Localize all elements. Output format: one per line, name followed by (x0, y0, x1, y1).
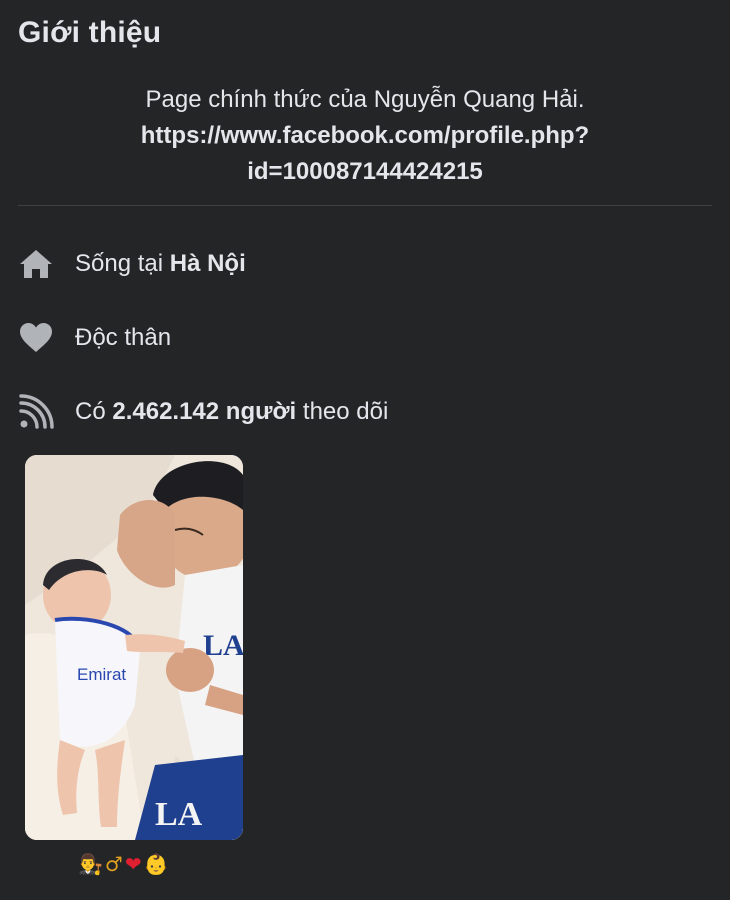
featured-photo[interactable]: LA LA Emirat (25, 455, 243, 840)
bio-link-line1: https://www.facebook.com/profile.php? (140, 122, 590, 149)
bio-link-line2: id=100087144424215 (247, 158, 483, 185)
judge-emoji-icon: 👨‍⚖️ (78, 852, 103, 876)
lives-in-city[interactable]: Hà Nội (170, 250, 246, 278)
heart-emoji-icon: ❤ (124, 852, 142, 876)
followers-suffix: theo dõi (302, 398, 389, 425)
info-row-followers: Có 2.462.142 người theo dõi (18, 392, 388, 432)
featured-caption-emojis: 👨‍⚖️ ♂ ❤ 👶 (78, 850, 169, 878)
featured-photo-image: LA LA Emirat (25, 455, 243, 840)
divider (18, 205, 712, 206)
rss-icon (18, 394, 54, 430)
bio: Page chính thức của Nguyễn Quang Hải. ht… (18, 82, 712, 190)
intro-card: Giới thiệu Page chính thức của Nguyễn Qu… (0, 0, 730, 900)
info-row-lives-in: Sống tại Hà Nội (18, 244, 246, 284)
svg-text:LA: LA (155, 796, 203, 833)
lives-in-prefix: Sống tại (75, 250, 164, 277)
heart-icon (18, 320, 54, 356)
svg-text:Emirat: Emirat (77, 665, 126, 684)
home-icon (18, 246, 54, 282)
section-title: Giới thiệu (18, 16, 162, 49)
relationship-status: Độc thân (75, 324, 172, 351)
followers-count[interactable]: 2.462.142 người (112, 398, 296, 426)
followers-prefix: Có (75, 398, 106, 425)
bio-link[interactable]: https://www.facebook.com/profile.php? id… (18, 118, 712, 190)
info-row-relationship: Độc thân (18, 318, 171, 358)
bio-text: Page chính thức của Nguyễn Quang Hải. (145, 86, 585, 113)
baby-emoji-icon: 👶 (143, 852, 169, 876)
male-sign-icon: ♂ (104, 852, 123, 876)
